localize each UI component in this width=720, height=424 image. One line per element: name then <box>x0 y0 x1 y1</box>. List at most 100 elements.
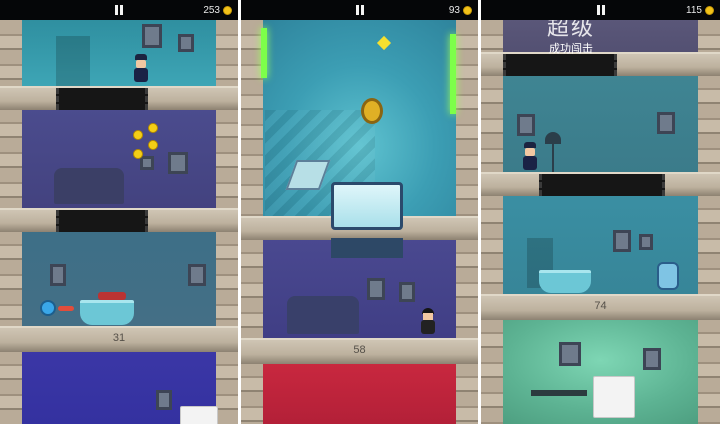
picture-frame <box>613 230 631 252</box>
room-teal <box>0 20 238 88</box>
coin-counter: 253 <box>203 4 232 16</box>
room-purple <box>0 108 238 210</box>
electric-beam-right <box>450 34 456 114</box>
picture-frame <box>140 156 154 170</box>
floor-slab <box>0 208 238 232</box>
electric-beam-left <box>261 28 267 78</box>
sofa <box>54 168 124 204</box>
thief-character <box>421 308 435 334</box>
building-wall-left <box>241 20 263 230</box>
building-wall-right <box>456 238 478 338</box>
coin-counter: 93 <box>449 4 472 16</box>
yellow-bolt <box>376 35 392 51</box>
pause-icon[interactable] <box>596 5 606 15</box>
gold-coin[interactable] <box>148 140 158 150</box>
building-wall-left <box>0 350 22 424</box>
building-wall-right <box>698 74 720 174</box>
picture-frame <box>639 234 653 250</box>
police-officer <box>523 142 537 170</box>
room-teal-dark <box>481 74 720 174</box>
sofa <box>287 296 359 334</box>
building-wall-right <box>216 230 238 326</box>
floor-hole <box>539 174 665 196</box>
floor-slab: 31 <box>0 326 238 352</box>
picture-frame <box>178 34 194 52</box>
room-red <box>241 362 478 424</box>
picture-frame <box>399 282 415 302</box>
coin-icon <box>223 5 232 15</box>
game-screen-2: 93 58 <box>241 0 478 424</box>
building-wall-left <box>0 108 22 210</box>
coin-count: 93 <box>448 4 460 16</box>
bathtub <box>539 270 591 293</box>
combo-banner: 超级 成功闯击 <box>511 20 631 56</box>
building-wall-right <box>698 318 720 424</box>
thief-lying <box>98 292 126 300</box>
lab-room <box>241 20 478 230</box>
game-screen-3: 115 超级 成功闯击 74 <box>481 0 720 424</box>
building-wall-left <box>241 238 263 338</box>
hud-bar: 93 <box>241 0 478 20</box>
gold-coin[interactable] <box>133 130 143 140</box>
tank-base <box>331 238 403 258</box>
fridge <box>593 376 635 418</box>
room-bathroom <box>481 194 720 294</box>
building-wall-left <box>481 318 503 424</box>
room-green <box>481 318 720 424</box>
picture-frame <box>367 278 385 300</box>
floor-slab <box>481 172 720 196</box>
rocket <box>58 306 74 311</box>
floor-hole <box>503 54 617 76</box>
building-wall-right <box>456 362 478 424</box>
doorway <box>56 36 90 88</box>
floor-slab: 74 <box>481 294 720 320</box>
coin-count: 115 <box>686 4 702 16</box>
police-officer <box>134 54 148 82</box>
pause-icon[interactable] <box>355 5 365 15</box>
coin-icon <box>705 5 714 15</box>
picture-frame <box>50 264 66 286</box>
room-bathroom <box>0 230 238 326</box>
building-wall-right <box>216 350 238 424</box>
floor-slab: 58 <box>241 338 478 364</box>
floor-hole <box>56 210 148 232</box>
fridge <box>180 406 218 424</box>
floor-number: 58 <box>353 344 366 356</box>
coin-count: 253 <box>203 4 220 16</box>
building-wall-right <box>216 20 238 88</box>
building-wall-left <box>481 194 503 294</box>
gold-coin[interactable] <box>133 149 143 159</box>
room-blue <box>0 350 238 424</box>
building-wall-left <box>0 230 22 326</box>
coin-counter: 115 <box>686 4 714 16</box>
building-wall-right <box>216 108 238 210</box>
floor-slab <box>0 86 238 110</box>
picture-frame <box>156 390 172 410</box>
building-wall-right <box>456 20 478 230</box>
picture-frame <box>657 112 675 134</box>
building-wall-left <box>241 362 263 424</box>
pause-icon[interactable] <box>114 5 124 15</box>
hud-bar: 253 <box>0 0 238 20</box>
thief-captured <box>657 262 679 290</box>
picture-frame <box>168 152 188 174</box>
desk <box>531 390 587 396</box>
bathtub <box>80 300 134 325</box>
picture-frame <box>142 24 162 48</box>
floor-hole <box>56 88 148 110</box>
coin-icon <box>463 5 472 15</box>
building-wall-left <box>481 74 503 174</box>
game-screen-1: 253 31 <box>0 0 238 424</box>
gold-coin[interactable] <box>148 123 158 133</box>
picture-frame <box>517 114 535 136</box>
picture-frame <box>188 264 206 286</box>
vacuum-robot <box>40 300 56 316</box>
building-wall-left <box>0 20 22 88</box>
hud-bar: 115 <box>481 0 720 20</box>
picture-frame <box>559 342 581 366</box>
floor-lamp <box>545 132 561 172</box>
building-wall-right <box>698 194 720 294</box>
picture-frame <box>643 348 661 370</box>
prisoner-falling <box>361 98 383 124</box>
combo-title: 超级 <box>546 20 595 41</box>
